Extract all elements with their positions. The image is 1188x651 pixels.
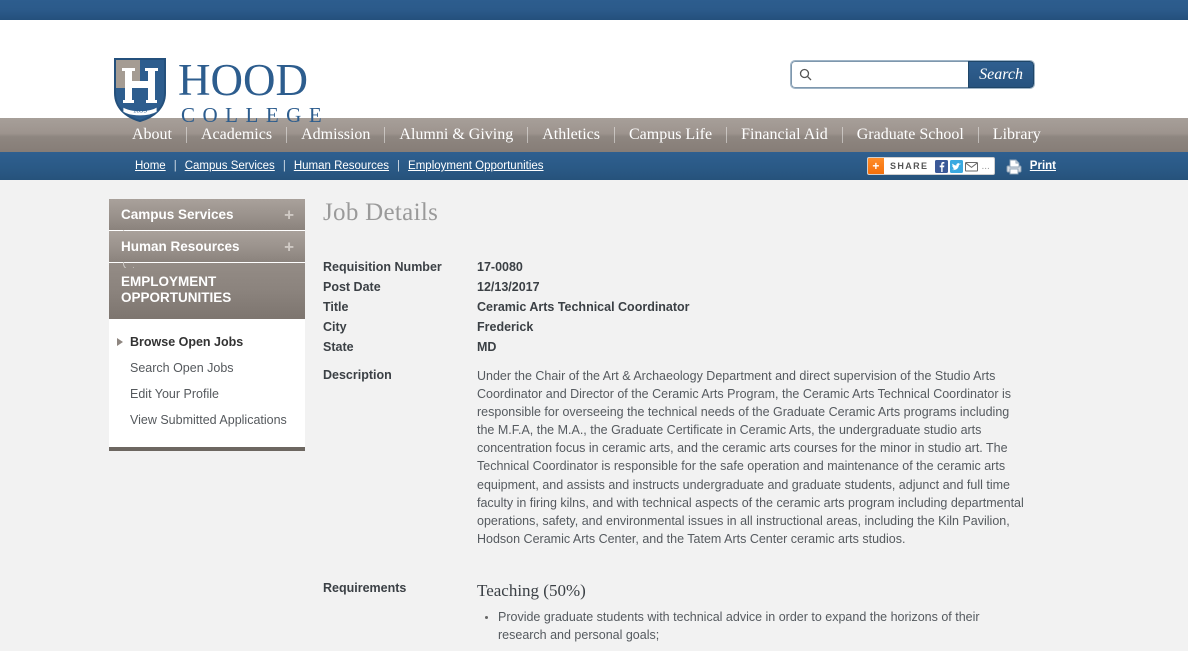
facebook-icon[interactable] <box>935 159 949 173</box>
sidebar-links: Browse Open Jobs Search Open Jobs Edit Y… <box>109 319 305 451</box>
search-icon <box>800 68 812 81</box>
sidebar-item-view-submitted-applications[interactable]: View Submitted Applications <box>109 407 305 433</box>
sidebar-current-section: EMPLOYMENT OPPORTUNITIES <box>109 263 305 319</box>
nav-item-campus-life[interactable]: Campus Life <box>615 118 726 152</box>
field-label: City <box>323 320 347 334</box>
field-value: Ceramic Arts Technical Coordinator <box>477 300 690 314</box>
breadcrumb-campus-services[interactable]: Campus Services <box>185 160 275 172</box>
field-title: Title Ceramic Arts Technical Coordinator <box>321 300 1033 314</box>
search-input-wrap[interactable] <box>791 61 969 88</box>
twitter-icon[interactable] <box>950 159 964 173</box>
field-label: Requirements <box>323 580 407 595</box>
print-link[interactable]: Print <box>1030 160 1056 172</box>
field-value: Frederick <box>477 320 534 334</box>
main-content: Job Details Requisition Number 17-0080 P… <box>321 199 1033 651</box>
addthis-share-widget[interactable]: + SHARE ... <box>866 157 995 175</box>
sidebar-section-human-resources[interactable]: Human Resources + <box>109 231 305 268</box>
field-state: State MD <box>321 340 1033 354</box>
field-label: Post Date <box>323 280 381 294</box>
top-accent-bar <box>0 0 1188 20</box>
nav-item-graduate-school[interactable]: Graduate School <box>843 118 978 152</box>
sidebar-section-label: Human Resources <box>121 239 240 254</box>
breadcrumb-bar: Home | Campus Services | Human Resources… <box>0 152 1188 180</box>
expand-plus-icon[interactable]: + <box>284 238 294 255</box>
wordmark: HOOD COLLEGE <box>178 55 329 127</box>
nav-item-library[interactable]: Library <box>979 118 1055 152</box>
hood-shield-icon: 1893 <box>114 58 166 123</box>
sidebar-notch <box>123 262 134 268</box>
requirements-list: Provide graduate students with technical… <box>477 608 1024 645</box>
breadcrumb-separator: | <box>282 160 286 172</box>
site-logo[interactable]: 1893 HOOD COLLEGE <box>112 55 329 127</box>
sidebar-item-edit-your-profile[interactable]: Edit Your Profile <box>109 381 305 407</box>
share-plus-icon[interactable]: + <box>867 158 884 174</box>
nav-item-financial-aid[interactable]: Financial Aid <box>727 118 842 152</box>
wordmark-college: COLLEGE <box>181 103 330 127</box>
description-text: Under the Chair of the Art & Archaeology… <box>477 369 1024 546</box>
search-input[interactable] <box>812 67 969 82</box>
email-icon[interactable] <box>965 160 979 173</box>
field-label: Requisition Number <box>323 260 442 274</box>
breadcrumb-separator: | <box>173 160 177 172</box>
field-city: City Frederick <box>321 320 1033 334</box>
requirements-heading: Teaching (50%) <box>477 580 586 600</box>
sidebar-item-search-open-jobs[interactable]: Search Open Jobs <box>109 355 305 381</box>
breadcrumb-human-resources[interactable]: Human Resources <box>294 160 389 172</box>
field-description: Description Under the Chair of the Art &… <box>321 367 1033 548</box>
field-requirements: Requirements Teaching (50%) Provide grad… <box>321 581 1033 645</box>
expand-plus-icon[interactable]: + <box>284 206 294 223</box>
breadcrumb-employment-opportunities[interactable]: Employment Opportunities <box>408 160 544 172</box>
field-label: Description <box>323 368 392 382</box>
requirements-body: Teaching (50%) Provide graduate students… <box>477 581 1024 645</box>
print-control[interactable]: Print <box>1005 158 1056 175</box>
nav-item-athletics[interactable]: Athletics <box>528 118 614 152</box>
list-item: Provide graduate students with technical… <box>485 608 1024 645</box>
site-search[interactable]: Search <box>791 61 1034 88</box>
field-value: 12/13/2017 <box>477 280 540 294</box>
field-value: 17-0080 <box>477 260 523 274</box>
sidebar: Campus Services + Human Resources + EMPL… <box>109 199 305 651</box>
field-value: MD <box>477 340 497 354</box>
nav-item-alumni-giving[interactable]: Alumni & Giving <box>385 118 527 152</box>
breadcrumb-home[interactable]: Home <box>135 160 166 172</box>
field-post-date: Post Date 12/13/2017 <box>321 280 1033 294</box>
search-button[interactable]: Search <box>968 61 1034 88</box>
field-label: Title <box>323 300 349 314</box>
sidebar-section-label: Campus Services <box>121 207 234 222</box>
wordmark-hood: HOOD <box>178 55 308 105</box>
field-requisition-number: Requisition Number 17-0080 <box>321 260 1033 274</box>
page-title: Job Details <box>323 199 439 226</box>
sidebar-section-campus-services[interactable]: Campus Services + <box>109 199 305 236</box>
shield-year: 1893 <box>133 107 148 115</box>
page-body: Campus Services + Human Resources + EMPL… <box>0 180 1188 651</box>
printer-icon <box>1006 159 1022 174</box>
sidebar-item-browse-open-jobs[interactable]: Browse Open Jobs <box>109 329 305 355</box>
share-label: SHARE <box>889 161 929 171</box>
breadcrumb-separator: | <box>397 160 401 172</box>
field-label: State <box>323 340 354 354</box>
share-and-print: + SHARE ... Print <box>866 152 1056 180</box>
share-more-icon[interactable]: ... <box>980 161 989 172</box>
site-header: 1893 HOOD COLLEGE Search <box>0 20 1188 127</box>
